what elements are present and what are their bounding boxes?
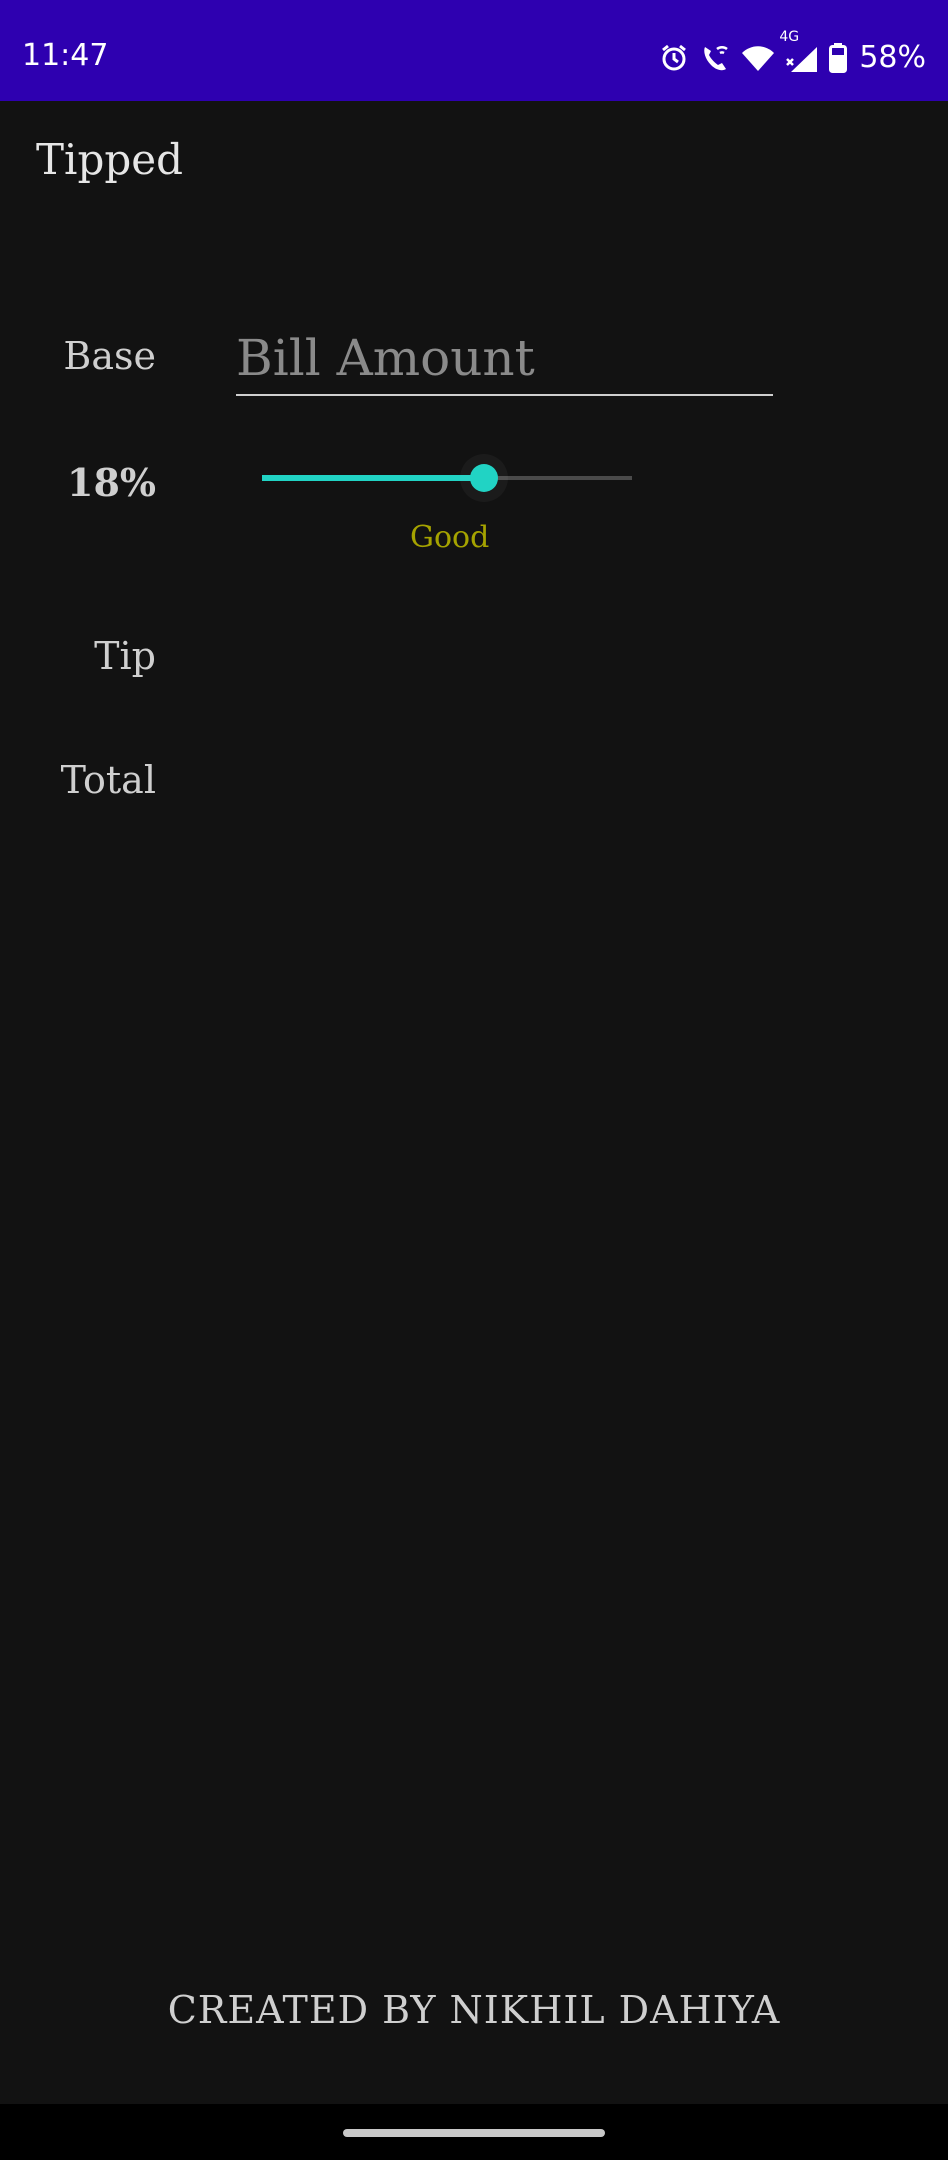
- tip-label: Tip: [94, 634, 156, 678]
- battery-percent: 58%: [859, 40, 926, 75]
- network-type: 4G: [779, 28, 800, 45]
- wifi-icon: [741, 44, 775, 72]
- tip-percent-label: 18%: [67, 460, 156, 505]
- status-bar: 11:47 4G 58%: [0, 0, 948, 101]
- total-label: Total: [60, 758, 156, 802]
- base-label: Base: [63, 334, 156, 378]
- app-title: Tipped: [36, 135, 183, 184]
- tip-percent-slider[interactable]: [262, 454, 632, 502]
- slider-fill: [262, 475, 484, 481]
- status-icons: 4G 58%: [659, 29, 926, 75]
- status-time: 11:47: [22, 38, 109, 73]
- slider-thumb[interactable]: [470, 464, 498, 492]
- signal-4g-icon: 4G: [779, 29, 819, 73]
- alarm-icon: [659, 43, 689, 73]
- footer-credit: CREATED BY NIKHIL DAHIYA: [167, 1988, 781, 2032]
- wifi-call-icon: [699, 43, 731, 73]
- home-gesture-handle[interactable]: [343, 2129, 605, 2137]
- bill-amount-input[interactable]: [236, 322, 773, 396]
- battery-icon: [829, 42, 848, 73]
- tip-rating-text: Good: [410, 520, 490, 555]
